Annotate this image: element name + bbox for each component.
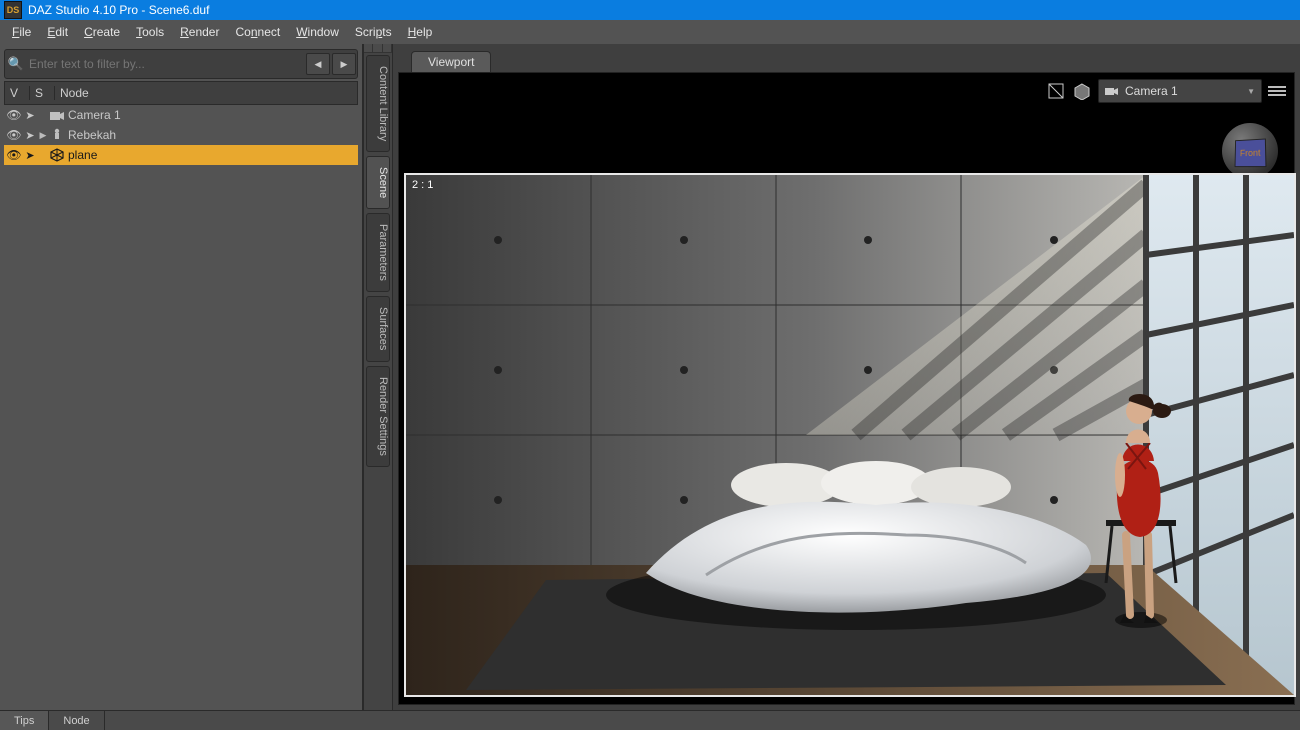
col-selectable[interactable]: S [30,86,55,100]
eye-icon[interactable]: 👁 [6,108,22,122]
pointer-icon[interactable]: ➤ [22,149,38,162]
render-image [406,175,1294,695]
col-node[interactable]: Node [55,86,357,100]
viewport-tab[interactable]: Viewport [411,51,491,72]
menu-help[interactable]: Help [400,23,441,41]
side-tab-strip: Content Library Scene Parameters Surface… [363,44,393,710]
menu-edit[interactable]: Edit [39,23,76,41]
tree-row-figure[interactable]: 👁 ➤ ▶ Rebekah [4,125,358,145]
pointer-icon[interactable]: ➤ [22,109,38,122]
tree-label: Camera 1 [68,108,121,122]
bottom-tab-bar: Tips Node [0,710,1300,730]
prop-icon [48,148,66,163]
search-icon: 🔍 [5,56,27,72]
window-title: DAZ Studio 4.10 Pro - Scene6.duf [28,3,209,17]
camera-dropdown[interactable]: Camera 1 ▼ [1098,79,1262,103]
drag-handle-icon[interactable] [364,44,392,53]
side-tab-render-settings[interactable]: Render Settings [366,366,390,467]
menu-file[interactable]: File [4,23,39,41]
menu-window[interactable]: Window [288,23,347,41]
render-frame: 2 : 1 [404,173,1296,697]
viewport-pane: Viewport Camera 1 ▼ [393,44,1300,710]
menu-create[interactable]: Create [76,23,128,41]
bottom-tab-node[interactable]: Node [49,711,104,730]
side-tab-surfaces[interactable]: Surfaces [366,296,390,361]
chevron-down-icon: ▼ [1247,87,1255,96]
menu-tools[interactable]: Tools [128,23,172,41]
col-visibility[interactable]: V [5,86,30,100]
camera-dropdown-label: Camera 1 [1125,84,1178,98]
figure-icon [48,128,66,143]
nav-cube-face[interactable]: Front [1235,138,1267,167]
scene-tree: 👁 ➤ Camera 1 👁 ➤ ▶ Rebekah 👁 ➤ [4,105,358,710]
viewport[interactable]: Camera 1 ▼ Front ↻ ✥ 🔍 ⌖ ⟲ 2 : 1 [398,72,1295,705]
pointer-icon[interactable]: ➤ [22,129,38,142]
side-tab-scene[interactable]: Scene [366,156,390,209]
filter-bar: 🔍 ◀ ▶ [4,49,358,79]
side-tab-content-library[interactable]: Content Library [366,55,390,152]
tree-row-plane[interactable]: 👁 ➤ plane [4,145,358,165]
scene-pane: 🔍 ◀ ▶ V S Node 👁 ➤ Camera 1 👁 ➤ [0,44,363,710]
tree-row-camera[interactable]: 👁 ➤ Camera 1 [4,105,358,125]
filter-next-button[interactable]: ▶ [332,53,356,75]
side-tab-parameters[interactable]: Parameters [366,213,390,292]
cube-icon[interactable] [1072,81,1092,101]
nav-cube[interactable]: Front [1220,121,1280,181]
aspect-ratio-label: 2 : 1 [412,179,433,191]
tree-header: V S Node [4,81,358,105]
filter-prev-button[interactable]: ◀ [306,53,330,75]
filter-input[interactable] [27,56,305,72]
expand-icon[interactable]: ▶ [38,130,48,141]
viewport-menu-icon[interactable] [1268,84,1286,98]
menu-connect[interactable]: Connect [227,23,288,41]
camera-icon [48,108,66,122]
eye-icon[interactable]: 👁 [6,148,22,162]
menu-scripts[interactable]: Scripts [347,23,400,41]
eye-icon[interactable]: 👁 [6,128,22,142]
main-area: 🔍 ◀ ▶ V S Node 👁 ➤ Camera 1 👁 ➤ [0,44,1300,710]
viewport-top-tools: Camera 1 ▼ [1046,79,1286,103]
drawstyle-icon[interactable] [1046,81,1066,101]
title-bar: DS DAZ Studio 4.10 Pro - Scene6.duf [0,0,1300,20]
app-logo: DS [4,1,22,19]
viewport-tabbar: Viewport [393,48,1300,72]
tree-label: Rebekah [68,128,116,142]
bottom-tab-tips[interactable]: Tips [0,711,49,730]
menu-bar: File Edit Create Tools Render Connect Wi… [0,20,1300,44]
tree-label: plane [68,148,97,162]
menu-render[interactable]: Render [172,23,227,41]
